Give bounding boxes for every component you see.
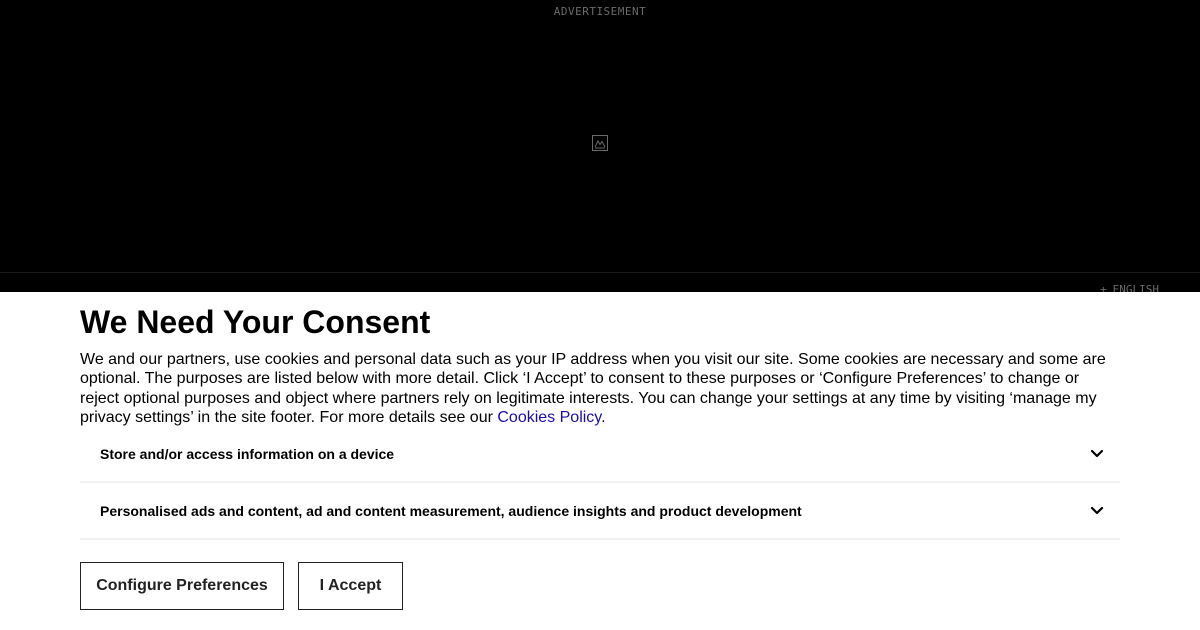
accept-button[interactable]: I Accept xyxy=(298,562,403,610)
purpose-item-personalised-ads[interactable]: Personalised ads and content, ad and con… xyxy=(80,483,1120,540)
advertisement-area[interactable]: ADVERTISEMENT xyxy=(0,0,1200,272)
cookies-policy-link[interactable]: Cookies Policy xyxy=(497,409,601,426)
advertisement-label: ADVERTISEMENT xyxy=(553,5,647,18)
configure-preferences-button[interactable]: Configure Preferences xyxy=(80,562,284,610)
purpose-label: Store and/or access information on a dev… xyxy=(100,445,395,462)
chevron-down-icon[interactable] xyxy=(1090,506,1104,516)
purpose-label: Personalised ads and content, ad and con… xyxy=(100,502,802,519)
consent-body-end: . xyxy=(601,408,606,426)
image-placeholder-icon xyxy=(592,135,608,151)
purpose-item-store-access[interactable]: Store and/or access information on a dev… xyxy=(80,426,1120,483)
ad-divider xyxy=(0,272,1200,273)
chevron-down-icon[interactable] xyxy=(1090,449,1104,459)
consent-title: We Need Your Consent xyxy=(80,304,431,340)
consent-dialog: We Need Your Consent We and our partners… xyxy=(0,292,1200,630)
page: ADVERTISEMENT + ENGLISH We Need Your Cons… xyxy=(0,0,1200,630)
consent-description: We and our partners, use cookies and per… xyxy=(80,350,1120,427)
